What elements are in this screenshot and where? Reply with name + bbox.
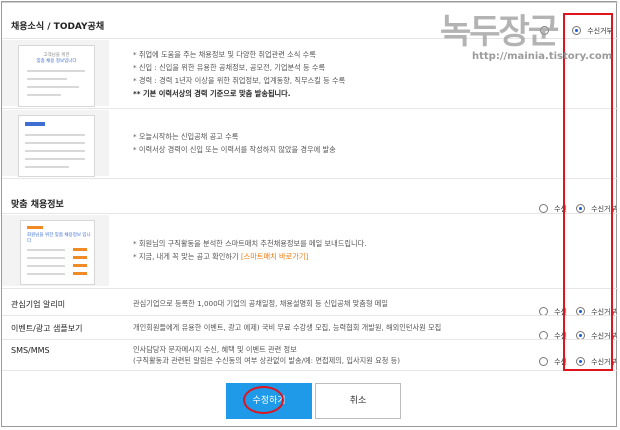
- thumb-heading: 회원님을 위한 맞춤 채용정보 입니다: [27, 233, 91, 244]
- news-desc-line: * 신입 : 신입을 위한 유용한 공채정보, 공모전, 기업분석 등 수록: [133, 63, 326, 72]
- sms-bottom-divider: [2, 370, 618, 371]
- thumb-tag: [73, 264, 87, 267]
- custom-radio-receive[interactable]: [539, 204, 548, 213]
- thumb-text-line: [27, 273, 65, 275]
- thumb-text-line: [25, 166, 69, 168]
- thumb-text-line: [27, 265, 65, 267]
- sms-desc-line: 인사담당자 문자메시지 수신, 혜택 및 이벤트 관련 정보: [133, 345, 297, 354]
- custom-desc-prefix: * 지금, 내게 꼭 맞는 공고 확인하기: [133, 252, 241, 261]
- thumb-tag: [73, 272, 87, 275]
- thumb-logo: [27, 226, 43, 229]
- cancel-button[interactable]: 취소: [315, 383, 401, 419]
- thumb-text-line: [25, 150, 85, 152]
- news-desc-2: * 오늘시작하는 신입공채 공고 수록 * 이력서상 경력이 신입 또는 이력서…: [133, 130, 553, 156]
- top-divider: [2, 2, 618, 3]
- annotation-circle: [243, 386, 284, 414]
- thumb-text-line: [27, 257, 65, 259]
- interest-desc: 관심기업으로 등록한 1,000대 기업의 공채일정, 채용설명회 등 신입공채…: [133, 299, 389, 308]
- thumb-text-line: [25, 134, 85, 136]
- today-mail-thumbnail: [18, 115, 95, 177]
- event-desc: 개인회원들에게 유용한 이벤트, 광고 에제) 국비 무료 수강생 모집, 능력…: [133, 323, 442, 332]
- news-desc-line: * 이력서상 경력이 신입 또는 이력서를 작성하지 않았을 경우에 발송: [133, 145, 336, 154]
- thumb-logo: [25, 122, 45, 126]
- annotation-rectangle: [563, 13, 613, 371]
- section-title-custom: 맞춤 채용정보: [11, 200, 64, 210]
- news-row-divider: [2, 108, 618, 109]
- settings-panel: 채용소식 / TODAY공채 수신거부 고객님을 위한 맞춤 채용 정보입니다 …: [1, 1, 618, 427]
- news-desc-note: ** 기본 이력서상의 경력 기준으로 맞춤 발송됩니다.: [133, 89, 291, 98]
- news-desc-line: * 경력 : 경력 1년자 이상을 위한 취업정보, 업계동향, 직무스킬 등 …: [133, 76, 346, 85]
- custom-top-divider: [2, 213, 618, 214]
- smartmatch-link[interactable]: [스마트매치 바로가기]: [241, 252, 308, 261]
- section-title-news: 채용소식 / TODAY공채: [11, 22, 105, 32]
- news-mail-thumbnail: 고객님을 위한 맞춤 채용 정보입니다: [18, 45, 95, 107]
- section-title-interest: 관심기업 알리미: [11, 300, 66, 309]
- custom-desc-line: * 회원님의 구직활동을 분석한 스마트매치 추천채용정보를 메일 보내드립니다…: [133, 239, 367, 248]
- news-desc-line: * 오늘시작하는 신입공채 공고 수록: [133, 132, 239, 141]
- sms-desc-line: (구직활동과 관련된 알림은 수신동의 여부 상관없이 발송/예: 면접제의, …: [133, 356, 401, 365]
- thumb-text-line: [27, 70, 85, 72]
- thumb-text-line: [27, 94, 61, 96]
- today-thumbnail-area: [2, 110, 109, 177]
- section-title-event[interactable]: 이벤트/광고 샘플보기: [11, 323, 82, 334]
- watermark-title: 녹두장군: [440, 12, 559, 52]
- custom-mail-thumbnail: 회원님을 위한 맞춤 채용정보 입니다: [20, 220, 95, 285]
- thumb-text-line: [25, 142, 85, 144]
- thumb-tag: [73, 256, 87, 259]
- thumb-text-line: [25, 158, 85, 160]
- section-title-sms: SMS/MMS: [11, 346, 50, 355]
- custom-bottom-divider: [2, 288, 618, 289]
- news-bottom-divider: [2, 178, 618, 179]
- custom-desc-line: * 지금, 내게 꼭 맞는 공고 확인하기 [스마트매치 바로가기]: [133, 250, 553, 263]
- thumb-text-line: [27, 86, 79, 88]
- watermark-url: http://mainia.tistory.com: [472, 51, 613, 62]
- interest-bottom-divider: [2, 315, 618, 316]
- custom-thumbnail-area: 회원님을 위한 맞춤 채용정보 입니다: [2, 215, 109, 286]
- news-thumbnail-area: 고객님을 위한 맞춤 채용 정보입니다: [2, 40, 109, 107]
- custom-desc: * 회원님의 구직활동을 분석한 스마트매치 추천채용정보를 메일 보내드립니다…: [133, 237, 553, 263]
- thumb-tag: [73, 248, 87, 251]
- thumb-text-line: [27, 78, 67, 80]
- sms-desc: 인사담당자 문자메시지 수신, 혜택 및 이벤트 관련 정보 (구직활동과 관련…: [133, 344, 533, 366]
- thumb-text-line: [27, 249, 65, 251]
- sms-radio-receive[interactable]: [539, 357, 548, 366]
- event-bottom-divider: [2, 339, 618, 340]
- thumb-line2: 맞춤 채용 정보입니다: [36, 59, 77, 64]
